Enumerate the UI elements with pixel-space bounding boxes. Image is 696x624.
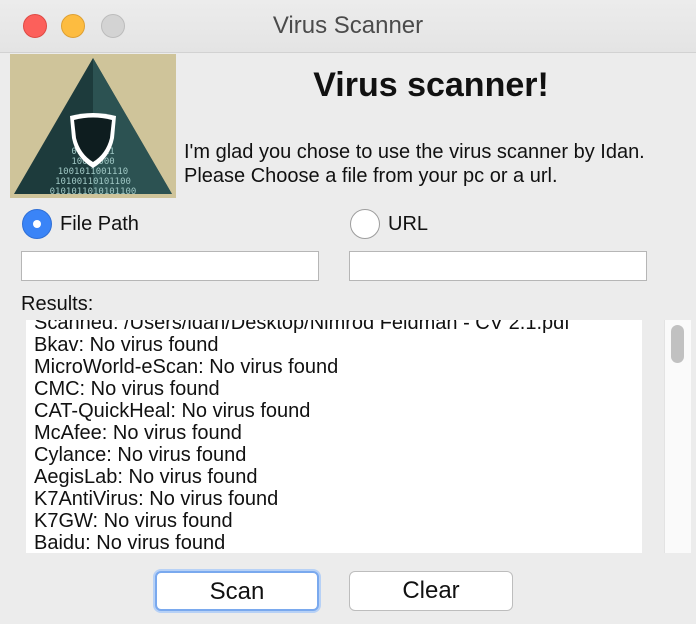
file-path-radio[interactable] — [22, 209, 52, 239]
results-textarea[interactable]: Scanned: /Users/idan/Desktop/Nimrod Feld… — [26, 320, 642, 553]
shield-pyramid-logo: 01000111 10011000 1001011001110 10100110… — [10, 54, 176, 198]
window-title: Virus Scanner — [272, 12, 424, 39]
file-path-input[interactable] — [21, 251, 319, 281]
description-line-2: Please Choose a file from your pc or a u… — [184, 165, 558, 187]
result-line: MicroWorld-eScan: No virus found — [34, 356, 339, 378]
result-line: Baidu: No virus found — [34, 532, 226, 553]
logo-binary-row: 1001011001110 — [58, 167, 128, 177]
result-line: Scanned: /Users/idan/Desktop/Nimrod Feld… — [34, 320, 570, 334]
result-line: K7GW: No virus found — [34, 510, 233, 532]
file-path-label: File Path — [60, 212, 139, 235]
results-label: Results: — [21, 293, 94, 315]
result-line: Cylance: No virus found — [34, 444, 247, 466]
results-list: Scanned: /Users/idan/Desktop/Nimrod Feld… — [34, 320, 570, 553]
result-line: CMC: No virus found — [34, 378, 220, 400]
app-description: I'm glad you chose to use the virus scan… — [184, 140, 645, 188]
app-heading: Virus scanner! — [313, 66, 549, 104]
results-scrollbar-thumb[interactable] — [671, 325, 684, 363]
result-line: McAfee: No virus found — [34, 422, 242, 444]
logo-binary-row: 10100110101100 — [55, 177, 131, 187]
title-bar: Virus Scanner — [0, 0, 696, 53]
url-option[interactable]: URL — [350, 209, 428, 239]
result-line: AegisLab: No virus found — [34, 466, 258, 488]
description-line-1: I'm glad you chose to use the virus scan… — [184, 141, 645, 163]
file-path-option[interactable]: File Path — [22, 209, 139, 239]
result-line: Bkav: No virus found — [34, 334, 219, 356]
url-input[interactable] — [349, 251, 647, 281]
url-label: URL — [388, 212, 429, 235]
results-scrollbar[interactable] — [664, 320, 691, 553]
result-line: K7AntiVirus: No virus found — [34, 488, 279, 510]
result-line: CAT-QuickHeal: No virus found — [34, 400, 311, 422]
url-radio[interactable] — [350, 209, 380, 239]
scan-button[interactable]: Scan — [155, 571, 319, 611]
clear-button[interactable]: Clear — [349, 571, 513, 611]
logo-binary-row: 0101011010101100 — [50, 187, 137, 197]
